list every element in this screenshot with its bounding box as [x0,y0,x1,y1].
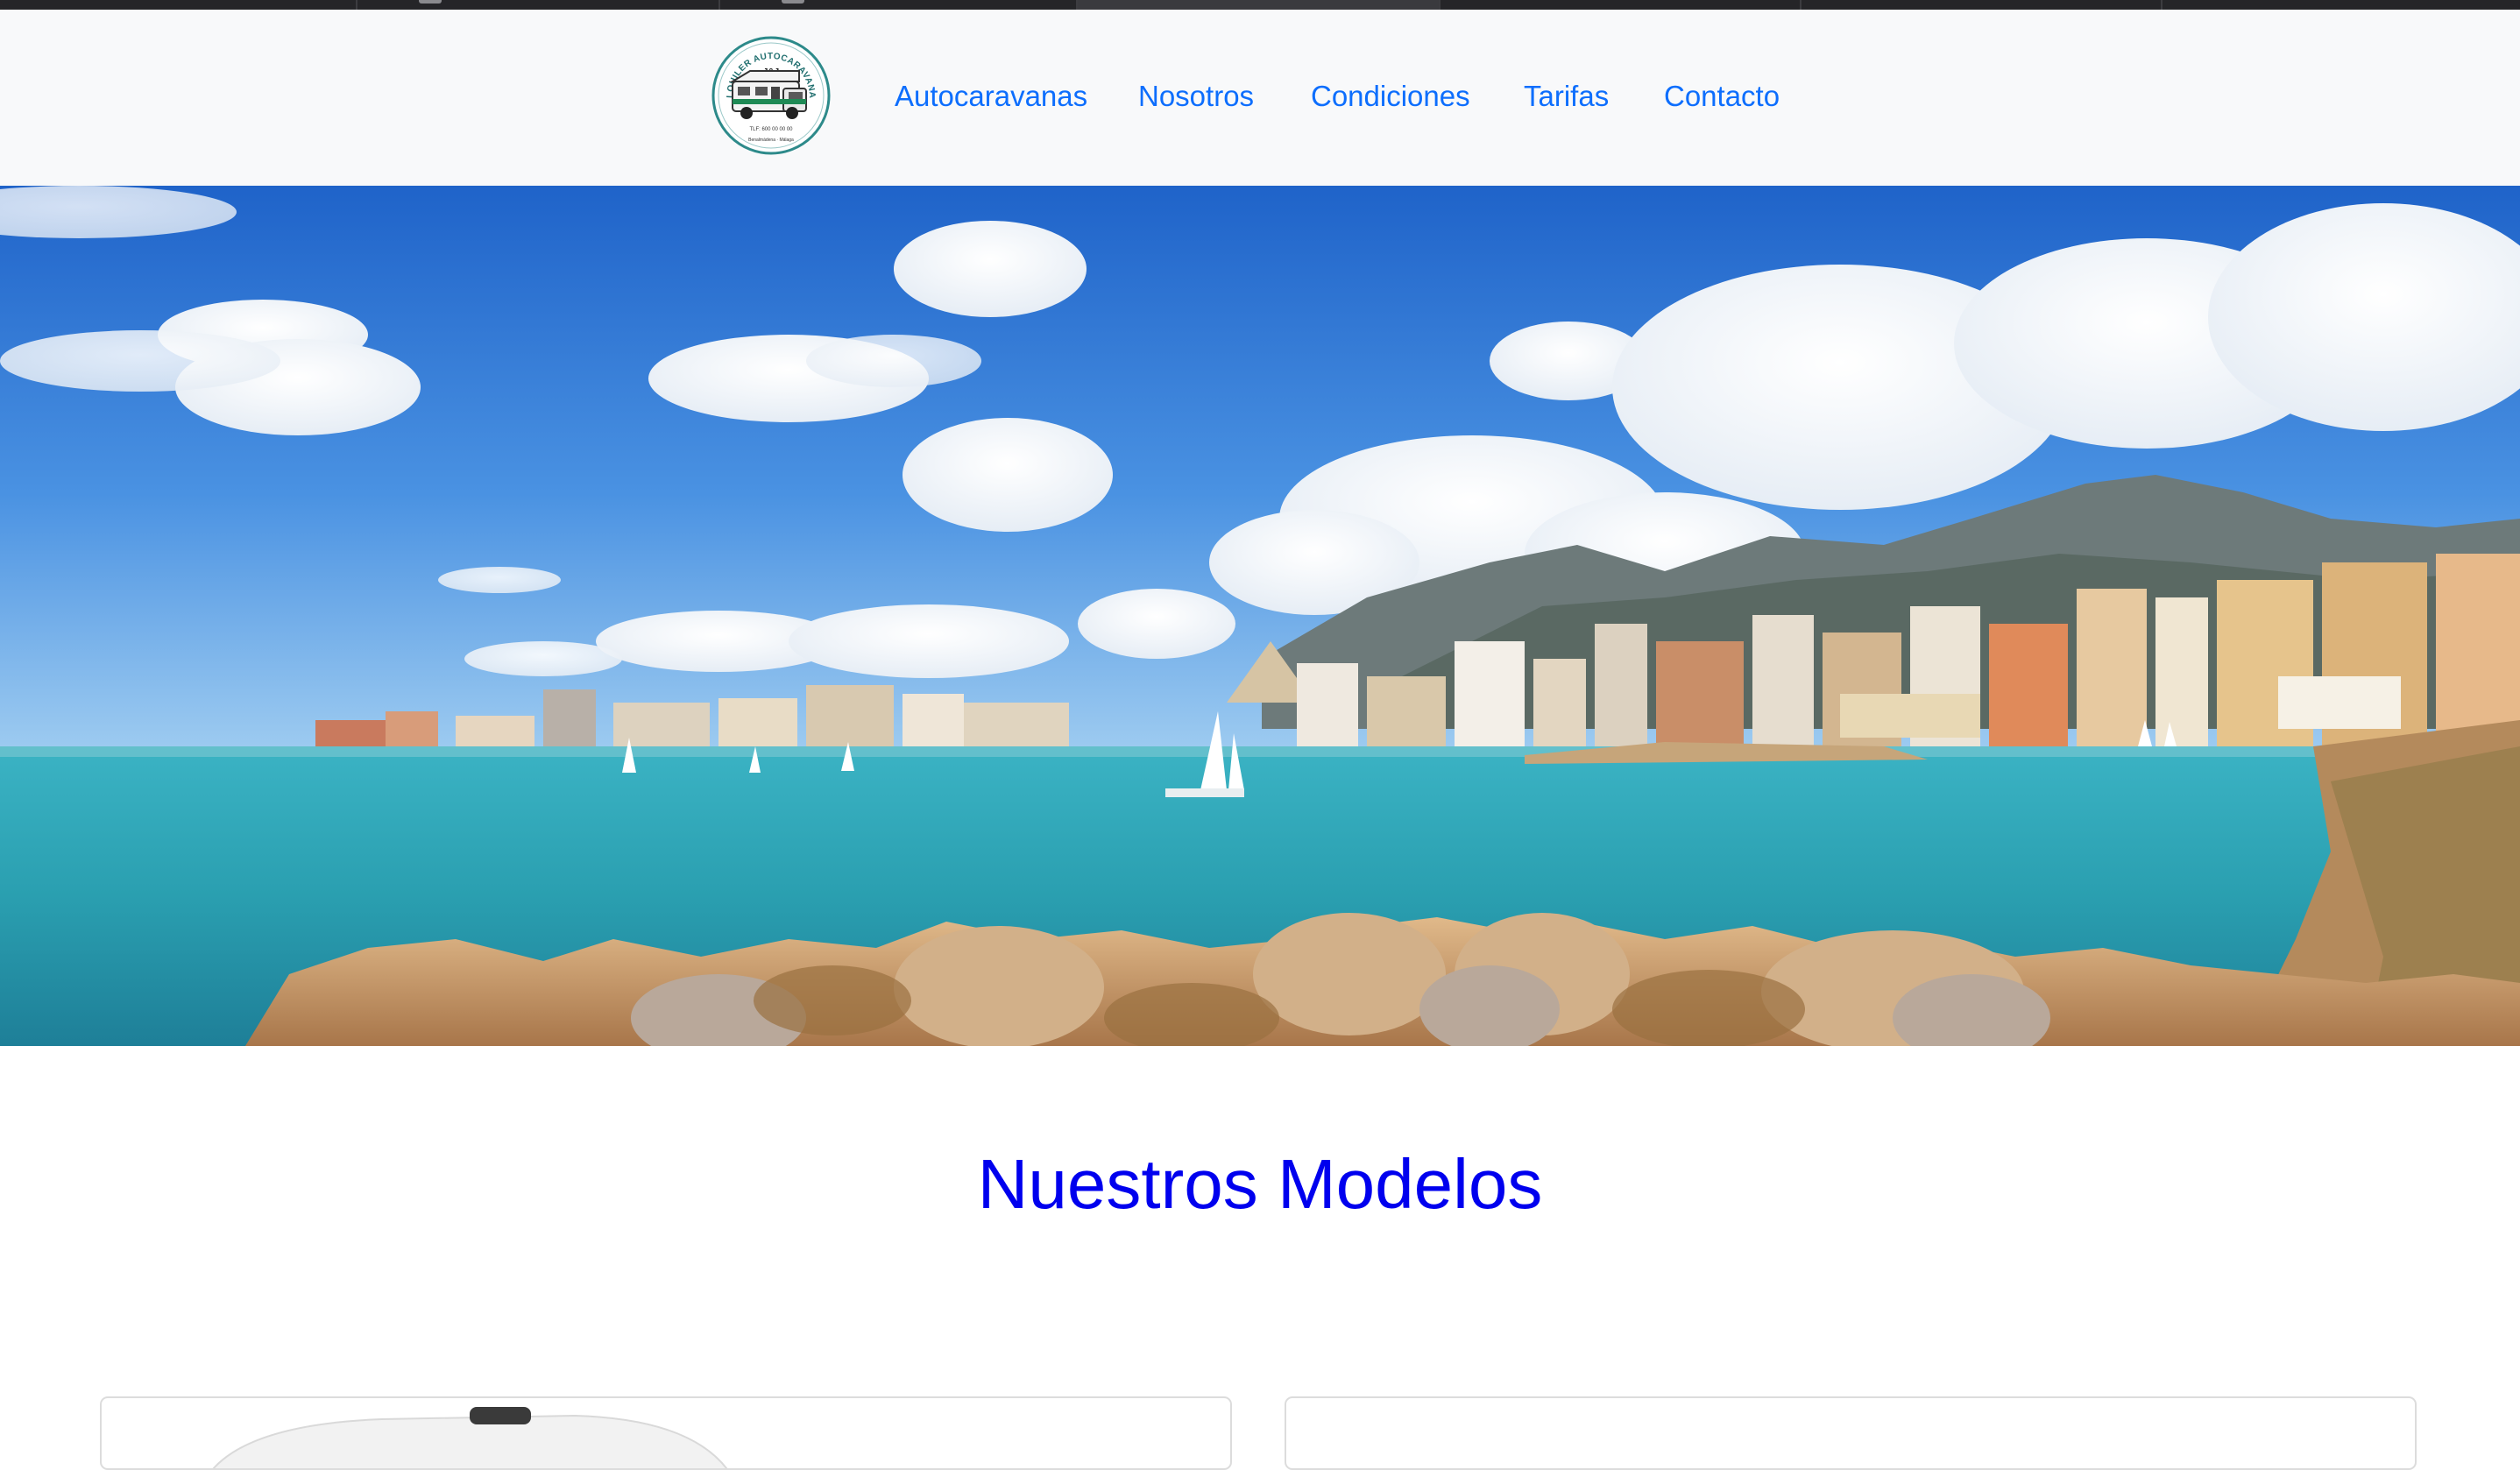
browser-tab[interactable] [0,0,357,10]
browser-tab-active[interactable] [1078,0,1441,10]
nav-link-tarifas[interactable]: Tarifas [1524,81,1609,110]
svg-text:TLF: 600 00 00 00: TLF: 600 00 00 00 [749,127,793,132]
browser-tab-strip [0,0,2520,10]
tab-favicon-icon [782,0,804,4]
motorhome-image [212,1407,728,1468]
nav-link-nosotros[interactable]: Nosotros [1138,81,1254,110]
nav-link-condiciones[interactable]: Condiciones [1311,81,1470,110]
browser-tab[interactable] [1441,0,1802,10]
browser-tab[interactable] [1802,0,2163,10]
tab-favicon-icon [419,0,442,4]
nav-link-contacto[interactable]: Contacto [1664,81,1780,110]
hero-image [0,186,2520,1046]
browser-tab[interactable] [2163,0,2520,10]
model-card[interactable] [1285,1396,2417,1470]
brand-logo[interactable]: ALQUILER AUTOCARAVANAS J&J TLF: 600 00 0… [708,29,831,155]
model-card[interactable] [100,1396,1232,1470]
main-navbar: ALQUILER AUTOCARAVANAS J&J TLF: 600 00 0… [0,10,2520,186]
browser-tab[interactable] [720,0,1078,10]
browser-tab[interactable] [357,0,720,10]
section-title-nuestros-modelos: Nuestros Modelos [977,1145,1543,1223]
svg-text:Benalmádena · Málaga: Benalmádena · Málaga [748,138,794,143]
nav-link-autocaravanas[interactable]: Autocaravanas [895,81,1087,110]
